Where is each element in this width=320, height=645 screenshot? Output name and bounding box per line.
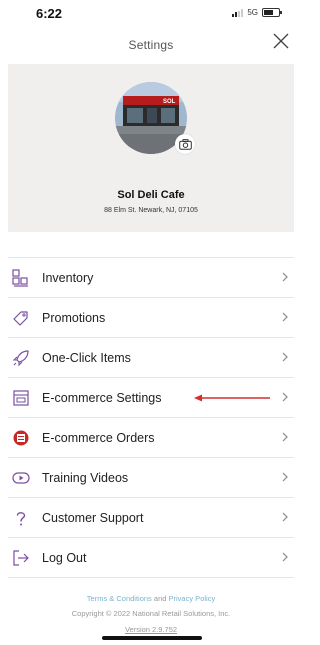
menu-item-inventory[interactable]: Inventory [8,258,294,298]
chevron-right-icon [282,472,288,482]
tag-icon [10,307,32,329]
terms-link[interactable]: Terms & Conditions [87,594,152,603]
version-text: Version 2.9.752 [124,625,178,634]
chevron-right-icon [282,512,288,522]
legal-links: Terms & Conditions and Privacy Policy [0,592,302,605]
network-label: 5G [247,8,258,17]
chevron-right-icon [282,392,288,402]
menu-item-label: Promotions [42,310,106,325]
copyright-text: Copyright © 2022 National Retail Solutio… [71,609,231,618]
menu-item-label: Training Videos [42,470,129,485]
menu-item-label: E-commerce Orders [42,430,155,445]
menu-item-label: E-commerce Settings [42,390,162,405]
close-icon [273,33,289,49]
menu-item-one-click-items[interactable]: One-Click Items [8,338,294,378]
menu-item-log-out[interactable]: Log Out [8,538,294,578]
menu-item-label: Log Out [42,550,87,565]
privacy-link[interactable]: Privacy Policy [169,594,216,603]
menu-item-customer-support[interactable]: Customer Support [8,498,294,538]
menu-item-label: Customer Support [42,510,144,525]
signal-icon [232,8,244,17]
menu-item-ecommerce-settings[interactable]: E-commerce Settings [8,378,294,418]
and-text: and [153,594,167,603]
logout-icon [10,547,32,569]
question-icon [10,507,32,529]
battery-icon [262,8,282,17]
annotation-arrow [194,394,270,402]
nav-header: Settings [0,28,302,64]
page-title: Settings [128,38,174,52]
menu-item-label: Inventory [42,270,94,285]
status-time: 6:22 [36,6,63,21]
chevron-right-icon [282,312,288,322]
profile-card: SOL Sol Deli Cafe 88 Elm St. Newark, NJ,… [8,64,294,232]
inventory-icon [10,267,32,289]
store-address: 88 Elm St. Newark, NJ, 07105 [104,207,198,214]
menu-item-promotions[interactable]: Promotions [8,298,294,338]
rocket-icon [10,347,32,369]
store-name: Sol Deli Cafe [117,189,185,201]
status-bar: 6:22 5G [0,0,302,28]
menu-item-label: One-Click Items [42,350,131,365]
footer: Terms & Conditions and Privacy Policy Co… [0,592,302,634]
chevron-right-icon [282,432,288,442]
chevron-right-icon [282,272,288,282]
status-indicators: 5G [232,8,282,17]
orders-icon [10,427,32,449]
settings-menu: Inventory Promotions One-Click Items E-c… [8,257,294,578]
home-indicator[interactable] [102,636,202,640]
change-photo-button[interactable] [175,134,195,154]
chevron-right-icon [282,552,288,562]
chevron-right-icon [282,352,288,362]
camera-icon [178,138,192,150]
menu-item-ecommerce-orders[interactable]: E-commerce Orders [8,418,294,458]
svg-text:SOL: SOL [163,99,176,105]
close-button[interactable] [270,30,292,52]
storefront-icon [10,387,32,409]
play-icon [10,467,32,489]
menu-item-training-videos[interactable]: Training Videos [8,458,294,498]
